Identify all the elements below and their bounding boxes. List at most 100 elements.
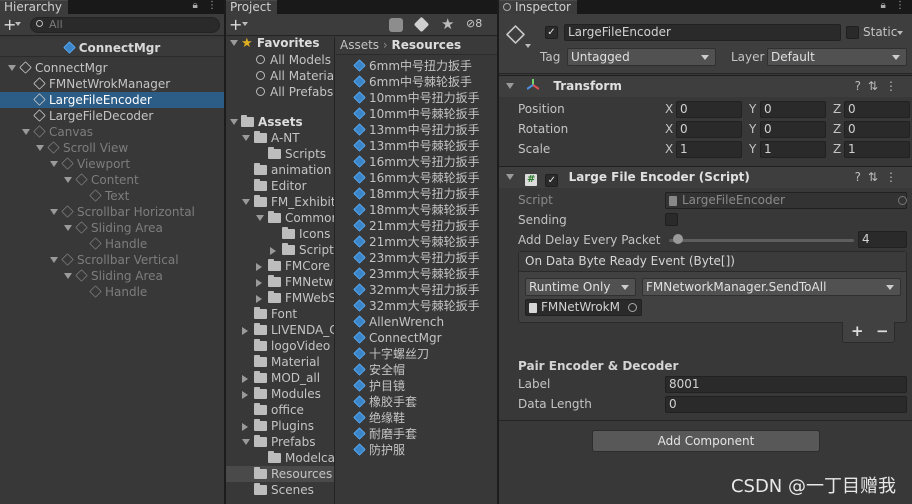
runtime-dropdown[interactable]: Runtime Only	[525, 278, 636, 296]
hierarchy-item[interactable]: Content	[0, 172, 224, 188]
axis-x-label[interactable]: X	[665, 122, 673, 136]
hierarchy-item[interactable]: Viewport	[0, 156, 224, 172]
asset-item[interactable]: 32mm大号扭力扳手	[353, 282, 480, 298]
axis-z-label[interactable]: Z	[833, 142, 841, 156]
folder-item[interactable]: A-NT	[226, 130, 334, 146]
folder-item[interactable]: animation	[226, 162, 334, 178]
asset-item[interactable]: 安全帽	[353, 362, 405, 378]
hierarchy-search-input[interactable]: All	[30, 17, 220, 33]
object-picker-icon[interactable]	[898, 196, 907, 205]
folder-item[interactable]: FM_Exhibit	[226, 194, 334, 210]
chevron-right-icon[interactable]	[270, 247, 276, 255]
folder-item[interactable]: Modules	[226, 386, 334, 402]
chevron-down-icon[interactable]	[22, 129, 30, 135]
asset-item[interactable]: 13mm中号棘轮扳手	[353, 138, 480, 154]
chevron-down-icon[interactable]	[36, 145, 44, 151]
add-event-button[interactable]: +	[851, 322, 864, 340]
axis-y-label[interactable]: Y	[749, 102, 756, 116]
folder-item[interactable]: Editor	[226, 178, 334, 194]
favorites-item[interactable]: All Materia	[256, 68, 334, 84]
asset-item[interactable]: 21mm大号棘轮扳手	[353, 234, 480, 250]
dropdown-arrow-icon[interactable]	[15, 22, 21, 26]
asset-item[interactable]: ConnectMgr	[353, 330, 442, 346]
axis-z-label[interactable]: Z	[833, 122, 841, 136]
asset-item[interactable]: AllenWrench	[353, 314, 444, 330]
chevron-right-icon[interactable]	[242, 375, 248, 383]
event-target-field[interactable]: FMNetWrokM	[525, 299, 642, 316]
transform-rotation-x-field[interactable]: 0	[676, 121, 742, 138]
label-field[interactable]: 8001	[665, 376, 907, 393]
folder-item[interactable]: logoVideo	[226, 338, 334, 354]
asset-item[interactable]: 防护服	[353, 442, 405, 458]
chevron-down-icon[interactable]	[242, 135, 250, 141]
component-menu-icons[interactable]: ?⇅⋮	[855, 76, 904, 97]
hierarchy-item[interactable]: FMNetWrokManager	[0, 76, 224, 92]
favorites-header[interactable]: ★ Favorites	[230, 37, 320, 51]
add-button[interactable]: +	[229, 15, 242, 34]
hierarchy-item[interactable]: ConnectMgr	[0, 60, 224, 76]
folder-item[interactable]: Icons	[226, 226, 334, 242]
chevron-down-icon[interactable]	[50, 257, 58, 263]
chevron-down-icon[interactable]	[64, 225, 72, 231]
tag-dropdown[interactable]: Untagged	[567, 48, 716, 66]
folder-item[interactable]: Commor	[226, 210, 334, 226]
chevron-down-icon[interactable]	[242, 199, 250, 205]
chevron-right-icon[interactable]	[256, 279, 262, 287]
asset-item[interactable]: 绝缘鞋	[353, 410, 405, 426]
chevron-right-icon[interactable]	[242, 327, 248, 335]
chevron-down-icon[interactable]	[8, 65, 16, 71]
axis-y-label[interactable]: Y	[749, 122, 756, 136]
folder-item[interactable]: Scenes	[226, 482, 334, 498]
icon-dropdown-arrow-icon[interactable]	[525, 44, 531, 48]
hierarchy-item[interactable]: Sliding Area	[0, 220, 224, 236]
assets-header[interactable]: Assets	[230, 114, 303, 130]
filter-type-icon[interactable]	[389, 18, 403, 32]
component-menu-icons[interactable]: ?⇅⋮	[855, 167, 904, 188]
sending-checkbox[interactable]	[665, 213, 678, 226]
transform-scale-x-field[interactable]: 1	[676, 141, 742, 158]
axis-y-label[interactable]: Y	[749, 142, 756, 156]
axis-x-label[interactable]: X	[665, 142, 673, 156]
breadcrumb-resources[interactable]: Resources	[392, 38, 462, 52]
delay-slider-handle[interactable]	[672, 234, 683, 244]
hierarchy-item[interactable]: Handle	[0, 284, 224, 300]
asset-item[interactable]: 18mm大号扭力扳手	[353, 186, 480, 202]
asset-item[interactable]: 13mm中号扭力扳手	[353, 122, 480, 138]
folder-item[interactable]: Resources	[226, 466, 334, 482]
layer-dropdown[interactable]: Default	[767, 48, 907, 66]
hierarchy-item[interactable]: Scrollbar Vertical	[0, 252, 224, 268]
chevron-right-icon[interactable]	[256, 263, 262, 271]
axis-z-label[interactable]: Z	[833, 102, 841, 116]
object-picker-icon[interactable]	[628, 303, 637, 312]
asset-item[interactable]: 21mm大号扭力扳手	[353, 218, 480, 234]
hierarchy-item[interactable]: Canvas	[0, 124, 224, 140]
asset-item[interactable]: 23mm大号扭力扳手	[353, 250, 480, 266]
transform-header[interactable]: Transform ?⇅⋮	[499, 75, 912, 97]
folder-item[interactable]: Material	[226, 354, 334, 370]
asset-item[interactable]: 23mm大号棘轮扳手	[353, 266, 480, 282]
asset-item[interactable]: 16mm大号棘轮扳手	[353, 170, 480, 186]
chevron-down-icon[interactable]	[50, 161, 58, 167]
star-icon[interactable]: ★	[441, 15, 454, 33]
folder-item[interactable]: LIVENDA_C	[226, 322, 334, 338]
asset-item[interactable]: 10mm中号棘轮扳手	[353, 106, 480, 122]
function-dropdown[interactable]: FMNetworkManager.SendToAll	[642, 278, 901, 296]
transform-position-z-field[interactable]: 0	[844, 101, 910, 118]
hierarchy-item[interactable]: LargeFileEncoder	[0, 92, 224, 108]
transform-scale-y-field[interactable]: 1	[760, 141, 826, 158]
asset-item[interactable]: 十字螺丝刀	[353, 346, 429, 362]
asset-item[interactable]: 耐磨手套	[353, 426, 417, 442]
scene-header[interactable]: ConnectMgr	[0, 39, 224, 57]
chevron-right-icon[interactable]	[256, 295, 262, 303]
hidden-count-icon[interactable]: ⊘8	[466, 17, 482, 30]
transform-scale-z-field[interactable]: 1	[844, 141, 910, 158]
data-length-field[interactable]: 0	[665, 396, 907, 413]
folder-item[interactable]: Scripts	[226, 146, 334, 162]
folder-item[interactable]: Plugins	[226, 418, 334, 434]
transform-rotation-y-field[interactable]: 0	[760, 121, 826, 138]
component-enabled-checkbox[interactable]: ✓	[545, 174, 559, 187]
dropdown-arrow-icon[interactable]	[242, 22, 248, 26]
asset-item[interactable]: 16mm大号扭力扳手	[353, 154, 480, 170]
hierarchy-item[interactable]: Scroll View	[0, 140, 224, 156]
object-name-field[interactable]: LargeFileEncoder	[564, 24, 841, 41]
